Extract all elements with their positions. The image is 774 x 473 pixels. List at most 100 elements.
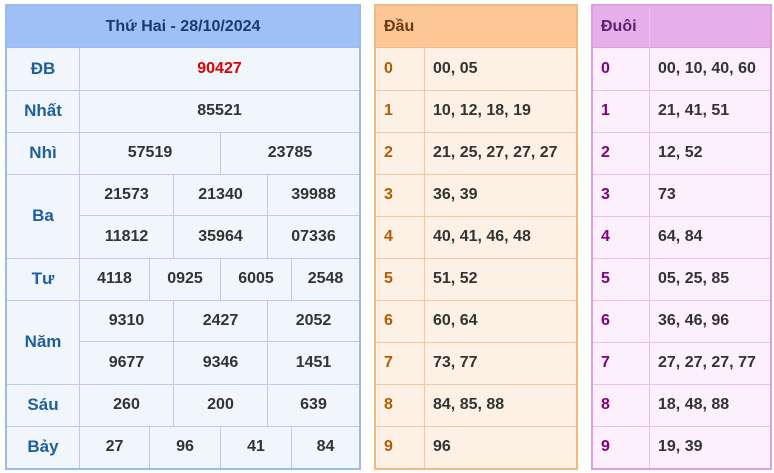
- dau-row: 2 21, 25, 27, 27, 27: [376, 132, 576, 175]
- prize-number: 260: [79, 384, 173, 426]
- prize-number: 4118: [79, 258, 149, 300]
- duoi-key: 8: [601, 396, 610, 413]
- prize-row-tu: Tư 4118 0925 6005 2548: [7, 258, 359, 301]
- prize-number: 35964: [173, 216, 267, 258]
- dau-header-blank: [424, 6, 576, 48]
- dau-header-row: Đầu: [376, 6, 576, 48]
- prize-row-nhi: Nhì 57519 23785: [7, 132, 359, 175]
- duoi-values: 64, 84: [649, 216, 770, 258]
- dau-key: 9: [384, 438, 393, 455]
- dau-key: 8: [384, 396, 393, 413]
- prize-number: 21340: [173, 174, 267, 216]
- duoi-row: 5 05, 25, 85: [593, 258, 770, 301]
- duoi-key: 9: [601, 438, 610, 455]
- duoi-row: 7 27, 27, 27, 77: [593, 342, 770, 385]
- dau-key: 5: [384, 270, 393, 287]
- dau-row: 0 00, 05: [376, 48, 576, 91]
- prize-label: Năm: [24, 332, 62, 351]
- duoi-key: 2: [601, 144, 610, 161]
- duoi-values: 21, 41, 51: [649, 90, 770, 132]
- prize-number: 2052: [267, 300, 359, 342]
- prize-number: 39988: [267, 174, 359, 216]
- duoi-key: 5: [601, 270, 610, 287]
- prize-number: 0925: [149, 258, 220, 300]
- dau-values: 10, 12, 18, 19: [424, 90, 576, 132]
- prize-label: Ba: [32, 206, 54, 225]
- prize-number: 41: [220, 426, 291, 468]
- prize-number: 96: [149, 426, 220, 468]
- prize-label: Nhất: [24, 101, 62, 120]
- dau-row: 4 40, 41, 46, 48: [376, 216, 576, 259]
- prize-label: Bảy: [27, 437, 59, 456]
- duoi-row: 4 64, 84: [593, 216, 770, 259]
- duoi-header-row: Đuôi: [593, 6, 770, 48]
- dau-key: 6: [384, 312, 393, 329]
- dau-row: 7 73, 77: [376, 342, 576, 385]
- dau-key: 1: [384, 102, 393, 119]
- duoi-row: 3 73: [593, 174, 770, 217]
- prize-number: 57519: [79, 132, 220, 174]
- duoi-header-label: Đuôi: [593, 6, 649, 48]
- duoi-values: 27, 27, 27, 77: [649, 342, 770, 384]
- prize-row-db: ĐB 90427: [7, 48, 359, 91]
- prize-number: 2548: [291, 258, 359, 300]
- prize-number: 1451: [267, 342, 359, 384]
- prize-number: 9677: [79, 342, 173, 384]
- prize-number: 9346: [173, 342, 267, 384]
- prize-number: 21573: [79, 174, 173, 216]
- duoi-values: 19, 39: [649, 426, 770, 468]
- dau-values: 21, 25, 27, 27, 27: [424, 132, 576, 174]
- duoi-key: 7: [601, 354, 610, 371]
- prize-row-bay: Bảy 27 96 41 84: [7, 426, 359, 468]
- prize-number: 6005: [220, 258, 291, 300]
- prize-row-nam: Năm 9310 2427 2052 9677 9346 1451: [7, 300, 359, 385]
- prize-label: Sáu: [27, 395, 59, 414]
- duoi-values: 73: [649, 174, 770, 216]
- dau-values: 51, 52: [424, 258, 576, 300]
- duoi-key: 4: [601, 228, 610, 245]
- prize-label: ĐB: [30, 59, 56, 78]
- dau-row: 6 60, 64: [376, 300, 576, 343]
- duoi-key: 6: [601, 312, 610, 329]
- dau-row: 3 36, 39: [376, 174, 576, 217]
- dau-values: 84, 85, 88: [424, 384, 576, 426]
- prize-row-sau: Sáu 260 200 639: [7, 384, 359, 427]
- duoi-row: 8 18, 48, 88: [593, 384, 770, 427]
- duoi-values: 00, 10, 40, 60: [649, 48, 770, 90]
- duoi-header-blank: [649, 6, 770, 48]
- duoi-row: 0 00, 10, 40, 60: [593, 48, 770, 91]
- prize-number: 200: [173, 384, 267, 426]
- prize-number: 07336: [267, 216, 359, 258]
- prize-number: 23785: [220, 132, 359, 174]
- prize-number: 90427: [79, 48, 359, 90]
- dau-key: 2: [384, 144, 393, 161]
- duoi-values: 18, 48, 88: [649, 384, 770, 426]
- dau-header-label: Đầu: [376, 6, 424, 48]
- dau-values: 60, 64: [424, 300, 576, 342]
- dau-values: 96: [424, 426, 576, 468]
- draw-date-title: Thứ Hai - 28/10/2024: [7, 6, 359, 48]
- dau-row: 1 10, 12, 18, 19: [376, 90, 576, 133]
- duoi-table: Đuôi 0 00, 10, 40, 60 1 21, 41, 51 2 12,…: [591, 4, 772, 470]
- prize-label: Tư: [31, 269, 55, 288]
- dau-row: 5 51, 52: [376, 258, 576, 301]
- dau-values: 40, 41, 46, 48: [424, 216, 576, 258]
- duoi-row: 6 36, 46, 96: [593, 300, 770, 343]
- duoi-values: 12, 52: [649, 132, 770, 174]
- results-header-row: Thứ Hai - 28/10/2024: [7, 6, 359, 48]
- duoi-row: 2 12, 52: [593, 132, 770, 175]
- prize-number: 84: [291, 426, 359, 468]
- prize-number: 2427: [173, 300, 267, 342]
- duoi-values: 05, 25, 85: [649, 258, 770, 300]
- prize-row-ba: Ba 21573 21340 39988 11812 35964 07336: [7, 174, 359, 259]
- duoi-row: 1 21, 41, 51: [593, 90, 770, 133]
- prize-row-nhat: Nhất 85521: [7, 90, 359, 133]
- prize-number: 639: [267, 384, 359, 426]
- dau-values: 00, 05: [424, 48, 576, 90]
- results-table: Thứ Hai - 28/10/2024 ĐB 90427 Nhất 85521…: [5, 4, 361, 470]
- dau-table: Đầu 0 00, 05 1 10, 12, 18, 19 2 21, 25, …: [374, 4, 578, 470]
- duoi-key: 1: [601, 102, 610, 119]
- dau-values: 73, 77: [424, 342, 576, 384]
- prize-number: 85521: [79, 90, 359, 132]
- duoi-key: 3: [601, 186, 610, 203]
